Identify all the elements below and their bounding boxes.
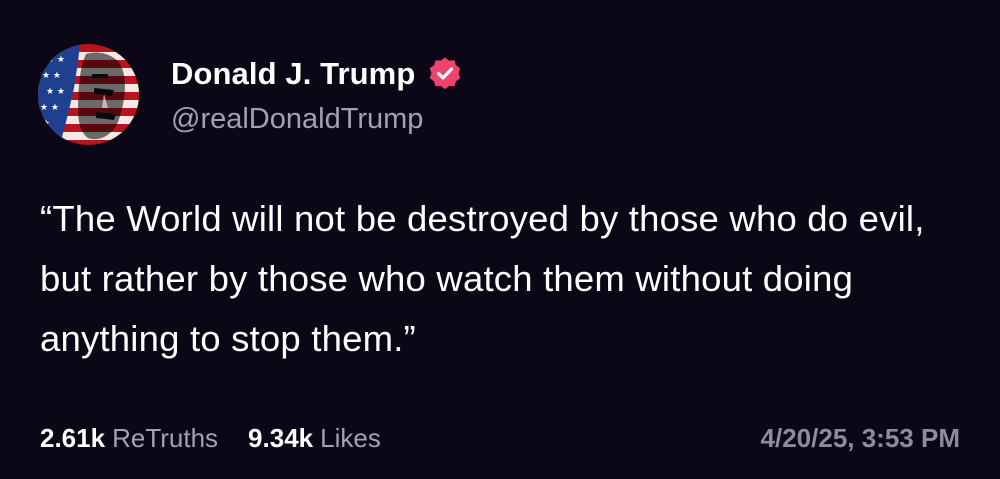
svg-text:★ ★: ★ ★ — [40, 103, 59, 113]
likes-count: 9.34k — [248, 422, 314, 453]
post-stats: 2.61k ReTruths 9.34k Likes — [40, 418, 381, 458]
retruths-count: 2.61k — [40, 422, 106, 453]
truth-post-card: ★ ★ ★ ★ ★ ★ ★ ★ ★ Donald J. Trump @realD… — [0, 0, 1000, 479]
flag-portrait-avatar: ★ ★ ★ ★ ★ ★ ★ ★ ★ — [38, 44, 139, 145]
verified-badge-icon — [427, 56, 463, 92]
author-name-row: Donald J. Trump — [171, 52, 463, 96]
author-handle[interactable]: @realDonaldTrump — [171, 103, 423, 136]
retruths-label: ReTruths — [112, 422, 219, 453]
likes-label: Likes — [320, 422, 381, 453]
svg-text:★ ★: ★ ★ — [46, 87, 65, 97]
author-avatar[interactable]: ★ ★ ★ ★ ★ ★ ★ ★ ★ — [38, 44, 139, 145]
post-timestamp[interactable]: 4/20/25, 3:53 PM — [761, 418, 960, 458]
svg-text:★ ★: ★ ★ — [46, 55, 65, 65]
retruths-stat[interactable]: 2.61k ReTruths — [40, 423, 218, 454]
author-display-name[interactable]: Donald J. Trump — [171, 56, 415, 92]
svg-text:★: ★ — [42, 119, 50, 129]
svg-text:★ ★: ★ ★ — [42, 71, 61, 81]
likes-stat[interactable]: 9.34k Likes — [248, 423, 381, 454]
post-body-text: “The World will not be destroyed by thos… — [40, 198, 925, 359]
